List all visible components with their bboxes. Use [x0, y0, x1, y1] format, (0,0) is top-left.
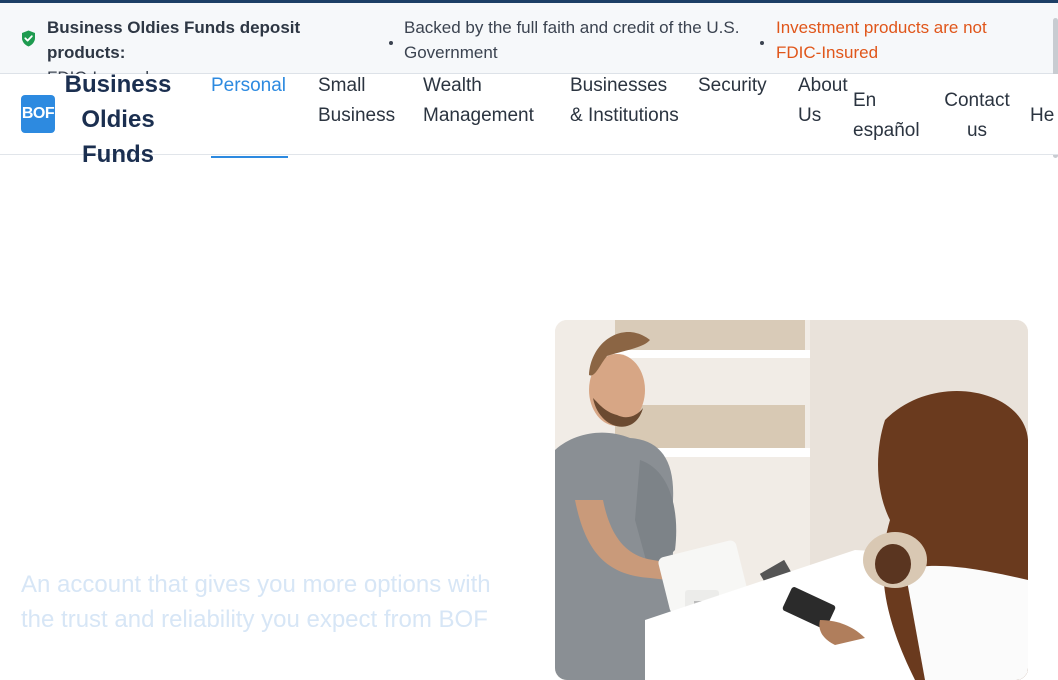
nav-personal[interactable]: Personal: [211, 71, 286, 101]
nav-security[interactable]: Security: [698, 71, 767, 101]
nav-en-espanol[interactable]: En español: [853, 86, 933, 146]
logo-text[interactable]: Business Oldies Funds: [60, 67, 176, 172]
logo-badge[interactable]: BOF: [21, 95, 55, 133]
nav-about-us[interactable]: About Us: [798, 71, 858, 131]
nav-active-indicator: [211, 156, 288, 158]
bullet-dot: [389, 41, 393, 45]
hero-tagline: An account that gives you more options w…: [21, 571, 491, 633]
government-backing-note: Backed by the full faith and credit of t…: [404, 18, 740, 62]
investment-warning-note: Investment products are not FDIC-Insured: [776, 18, 987, 62]
hero-photo-illustration: [555, 320, 1028, 680]
nav-help[interactable]: He: [1030, 101, 1058, 131]
nav-small-business[interactable]: Small Business: [318, 71, 408, 131]
fdic-info-bar: Business Oldies Funds deposit products: …: [0, 3, 1058, 87]
nav-businesses-institutions[interactable]: Businesses & Institutions: [570, 71, 680, 131]
main-navigation: BOF Business Oldies Funds Personal Small…: [0, 71, 1058, 168]
nav-wealth-management[interactable]: Wealth Management: [423, 71, 553, 131]
hero-photo: [555, 320, 1028, 680]
fdic-deposit-label: Business Oldies Funds deposit products:: [47, 18, 301, 62]
bullet-dot: [760, 41, 764, 45]
nav-contact-us[interactable]: Contact us: [942, 86, 1012, 146]
shield-check-icon: [22, 30, 35, 47]
